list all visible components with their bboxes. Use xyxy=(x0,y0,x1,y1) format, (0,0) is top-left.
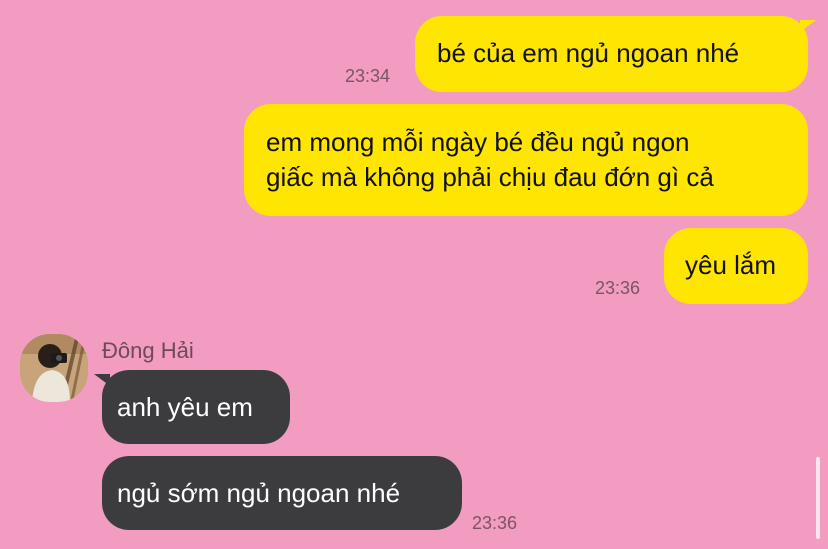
timestamp: 23:36 xyxy=(472,513,518,533)
message-text-line: em mong mỗi ngày bé đều ngủ ngon xyxy=(266,127,690,157)
message-bubble-incoming[interactable]: ngủ sớm ngủ ngoan nhé xyxy=(102,456,462,530)
timestamp: 23:36 xyxy=(595,278,641,298)
message-text: anh yêu em xyxy=(117,392,253,422)
message-text: bé của em ngủ ngoan nhé xyxy=(437,38,740,68)
message-text: yêu lắm xyxy=(685,250,777,280)
bubble-tail xyxy=(800,20,816,32)
avatar[interactable] xyxy=(20,334,88,402)
bubble-tail xyxy=(94,374,110,386)
message-bubble-outgoing[interactable]: bé của em ngủ ngoan nhé xyxy=(415,16,808,92)
message-text: ngủ sớm ngủ ngoan nhé xyxy=(117,478,401,508)
message-bubble-incoming[interactable]: anh yêu em xyxy=(102,370,290,444)
message-bubble-outgoing[interactable]: yêu lắm xyxy=(664,228,808,304)
message-text-line: giấc mà không phải chịu đau đớn gì cả xyxy=(266,162,714,192)
scrollbar[interactable] xyxy=(816,457,820,539)
avatar-photo-icon xyxy=(20,334,88,402)
timestamp: 23:34 xyxy=(345,66,391,86)
message-bubble-outgoing[interactable]: em mong mỗi ngày bé đều ngủ ngon giấc mà… xyxy=(244,104,808,216)
sender-name: Đông Hải xyxy=(102,338,194,363)
